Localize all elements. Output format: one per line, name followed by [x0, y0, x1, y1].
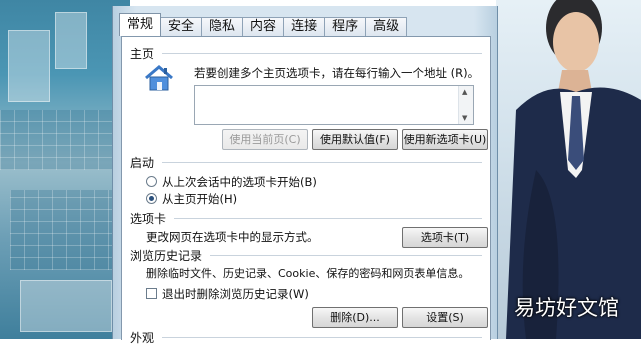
- section-divider: [162, 53, 482, 54]
- section-divider: [162, 162, 482, 163]
- person-illustration: [506, 0, 641, 339]
- history-section-title: 浏览历史记录: [130, 249, 203, 263]
- history-description: 删除临时文件、历史记录、Cookie、保存的密码和网页表单信息。: [146, 267, 470, 280]
- building-shape: [20, 280, 112, 332]
- tab-privacy[interactable]: 隐私: [201, 17, 244, 36]
- tab-strip: 常规 安全 隐私 内容 连接 程序 高级: [119, 12, 408, 36]
- history-settings-button[interactable]: 设置(S): [402, 307, 488, 328]
- background-cityscape: [0, 0, 130, 339]
- textarea-scrollbar[interactable]: ▲ ▼: [458, 86, 473, 124]
- use-default-button[interactable]: 使用默认值(F): [312, 129, 398, 150]
- delete-on-exit-checkbox[interactable]: [146, 288, 157, 299]
- tab-advanced[interactable]: 高级: [365, 17, 408, 36]
- building-grid: [10, 190, 120, 270]
- homepage-description: 若要创建多个主页选项卡，请在每行输入一个地址 (R)。: [194, 66, 480, 80]
- delete-on-exit-label: 退出时删除浏览历史记录(W): [162, 287, 309, 301]
- tab-security[interactable]: 安全: [160, 17, 203, 36]
- use-current-page-button[interactable]: 使用当前页(C): [222, 129, 308, 150]
- home-icon: [142, 63, 176, 93]
- radio-last-session[interactable]: [146, 176, 157, 187]
- startup-section-title: 启动: [130, 156, 155, 170]
- tab-programs[interactable]: 程序: [324, 17, 367, 36]
- scroll-up-arrow-icon[interactable]: ▲: [462, 88, 467, 96]
- radio-start-with-home-label: 从主页开始(H): [162, 192, 238, 206]
- watermark-text: 易坊好文馆: [514, 296, 619, 320]
- tab-connections[interactable]: 连接: [283, 17, 326, 36]
- tab-general[interactable]: 常规: [119, 13, 162, 36]
- general-tab-panel: 主页 若要创建多个主页选项卡，请在每行输入一个地址 (R)。 ▲ ▼ 使用当前页…: [121, 36, 491, 345]
- use-new-tab-button[interactable]: 使用新选项卡(U): [402, 129, 488, 150]
- tabs-description: 更改网页在选项卡中的显示方式。: [146, 230, 319, 244]
- scroll-down-arrow-icon[interactable]: ▼: [462, 114, 467, 122]
- background-person-photo: [496, 0, 641, 339]
- appearance-section-title: 外观: [130, 331, 155, 345]
- building-shape: [55, 12, 87, 69]
- radio-last-session-label: 从上次会话中的选项卡开始(B): [162, 175, 317, 189]
- tab-content[interactable]: 内容: [242, 17, 285, 36]
- radio-start-with-home[interactable]: [146, 193, 157, 204]
- delete-history-button[interactable]: 删除(D)...: [312, 307, 398, 328]
- building-shape: [8, 30, 50, 102]
- section-divider: [162, 337, 482, 338]
- building-grid: [0, 110, 125, 170]
- tabs-section-title: 选项卡: [130, 212, 167, 226]
- homepage-address-input[interactable]: ▲ ▼: [194, 85, 474, 125]
- section-divider: [210, 255, 482, 256]
- homepage-section-title: 主页: [130, 47, 155, 61]
- section-divider: [174, 218, 482, 219]
- internet-options-dialog: 常规 安全 隐私 内容 连接 程序 高级 主页 若要创建多个主页选项卡，请在每行…: [112, 6, 498, 345]
- tabs-settings-button[interactable]: 选项卡(T): [402, 227, 488, 248]
